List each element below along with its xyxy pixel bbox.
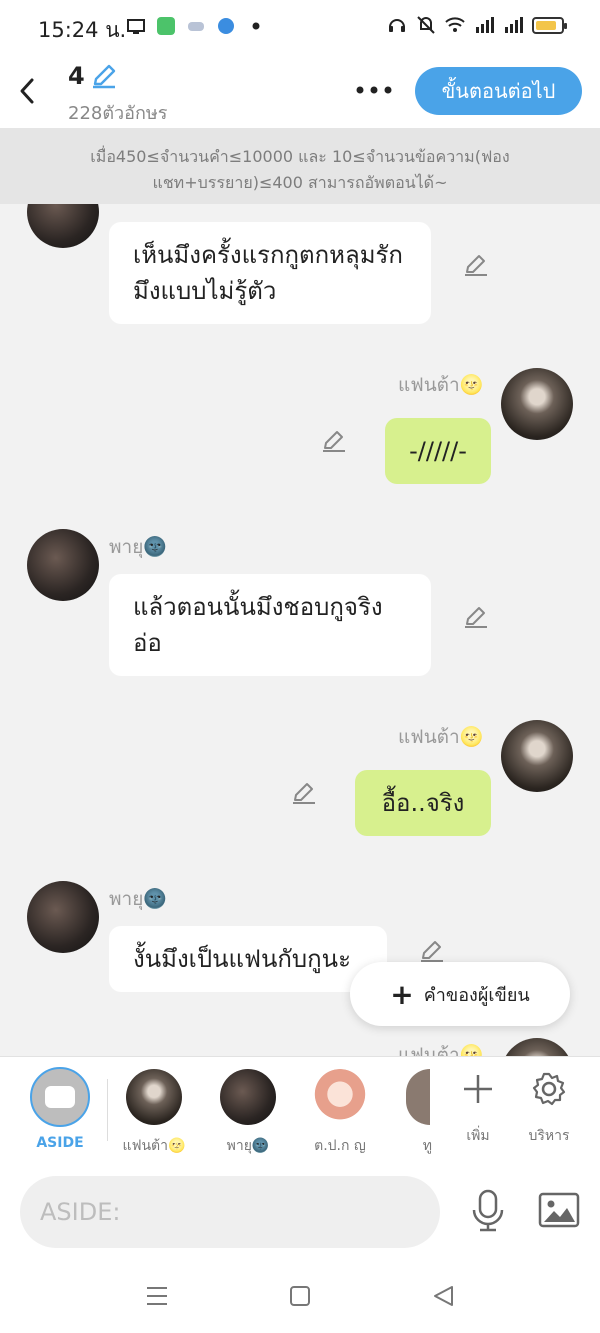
author-note-button[interactable]: + คำของผู้เขียน bbox=[350, 962, 570, 1026]
mute-icon bbox=[417, 16, 435, 34]
publish-notice: เมื่อ450≤จำนวนคำ≤10000 และ 10≤จำนวนข้อคว… bbox=[0, 128, 600, 204]
role-label: แฟนต้า🌝 bbox=[122, 1138, 186, 1154]
back-icon[interactable] bbox=[14, 74, 42, 108]
more-icon[interactable] bbox=[356, 86, 392, 94]
gear-icon[interactable] bbox=[531, 1071, 567, 1107]
message-input[interactable] bbox=[20, 1176, 440, 1248]
edit-pencil-icon[interactable] bbox=[463, 604, 489, 630]
nav-home-icon[interactable] bbox=[288, 1284, 312, 1308]
nav-menu-icon[interactable] bbox=[145, 1284, 169, 1308]
divider bbox=[107, 1079, 108, 1141]
chapter-number: 4 bbox=[68, 62, 85, 90]
gamepad-icon bbox=[188, 22, 204, 31]
edit-pencil-icon[interactable] bbox=[91, 62, 119, 90]
role-avatar-too[interactable] bbox=[406, 1069, 430, 1125]
microphone-icon[interactable] bbox=[470, 1188, 506, 1234]
system-icons bbox=[387, 15, 567, 35]
avatar-fanta[interactable] bbox=[501, 720, 573, 792]
sender-name: พายุ🌚 bbox=[109, 888, 167, 910]
status-time: 15:24 น. bbox=[38, 18, 127, 42]
aside-icon bbox=[45, 1086, 75, 1108]
header: 4 228ตัวอักษร ขั้นตอนต่อไป bbox=[0, 52, 600, 128]
dot-icon bbox=[252, 22, 260, 30]
next-step-button[interactable]: ขั้นตอนต่อไป bbox=[415, 67, 582, 115]
system-nav-bar bbox=[0, 1256, 600, 1333]
nav-back-icon[interactable] bbox=[432, 1284, 456, 1308]
avatar-payu[interactable] bbox=[27, 529, 99, 601]
add-label: เพิ่ม bbox=[466, 1128, 490, 1144]
avatar-fanta[interactable] bbox=[501, 1038, 573, 1056]
sender-name: แฟนต้า🌝 bbox=[398, 1044, 484, 1056]
wifi-icon bbox=[445, 17, 465, 32]
signal-icon-2 bbox=[505, 17, 523, 33]
chapter-title[interactable]: 4 bbox=[68, 62, 119, 90]
role-label: ทู bbox=[422, 1138, 432, 1154]
role-label: ต.ป.ก ญ bbox=[314, 1138, 366, 1154]
avatar-payu[interactable] bbox=[27, 204, 99, 248]
author-note-label: คำของผู้เขียน bbox=[423, 984, 530, 1006]
sender-name: แฟนต้า🌝 bbox=[398, 374, 484, 396]
app-icon-blue bbox=[218, 18, 234, 34]
avatar-payu[interactable] bbox=[27, 881, 99, 953]
role-avatar-tpk[interactable] bbox=[312, 1069, 368, 1125]
headset-icon bbox=[389, 19, 405, 32]
message-bubble[interactable]: เห็นมึงครั้งแรกกูตกหลุมรักมึงแบบไม่รู้ตั… bbox=[109, 222, 431, 324]
edit-pencil-icon[interactable] bbox=[463, 252, 489, 278]
message-bubble[interactable]: -/////- bbox=[385, 418, 491, 484]
plus-icon: + bbox=[390, 977, 414, 1011]
image-icon[interactable] bbox=[538, 1192, 580, 1228]
avatar-fanta[interactable] bbox=[501, 368, 573, 440]
tv-icon bbox=[127, 19, 145, 34]
add-icon[interactable] bbox=[460, 1071, 496, 1107]
signal-icon bbox=[476, 17, 494, 33]
sender-name: แฟนต้า🌝 bbox=[398, 726, 484, 748]
edit-pencil-icon[interactable] bbox=[321, 428, 347, 454]
message-bubble[interactable]: แล้วตอนนั้นมึงชอบกูจริงอ่อ bbox=[109, 574, 431, 676]
app-icon-green bbox=[157, 17, 175, 35]
sender-name: พายุ🌚 bbox=[109, 536, 167, 558]
battery-icon bbox=[532, 16, 567, 34]
message-bubble[interactable]: อื้อ..จริง bbox=[355, 770, 491, 836]
input-row bbox=[0, 1166, 600, 1256]
edit-pencil-icon[interactable] bbox=[419, 938, 445, 964]
manage-label: บริหาร bbox=[528, 1128, 570, 1144]
chat-area[interactable]: เห็นมึงครั้งแรกกูตกหลุมรักมึงแบบไม่รู้ตั… bbox=[0, 204, 600, 1056]
character-count: 228ตัวอักษร bbox=[68, 103, 168, 124]
role-avatar-payu[interactable] bbox=[220, 1069, 276, 1125]
status-bar: 15:24 น. bbox=[0, 0, 600, 52]
edit-pencil-icon[interactable] bbox=[291, 780, 317, 806]
notification-icons bbox=[126, 16, 266, 36]
aside-label: ASIDE bbox=[36, 1135, 84, 1151]
aside-role-button[interactable] bbox=[30, 1067, 90, 1127]
role-selector-bar: ASIDE แฟนต้า🌝 พายุ🌚 ต.ป.ก ญ ทู เพิ่ม บริ… bbox=[0, 1056, 600, 1166]
message-bubble[interactable]: งั้นมึงเป็นแฟนกับกูนะ bbox=[109, 926, 387, 992]
battery-fill bbox=[536, 20, 556, 30]
role-avatar-fanta[interactable] bbox=[126, 1069, 182, 1125]
role-label: พายุ🌚 bbox=[226, 1138, 270, 1154]
